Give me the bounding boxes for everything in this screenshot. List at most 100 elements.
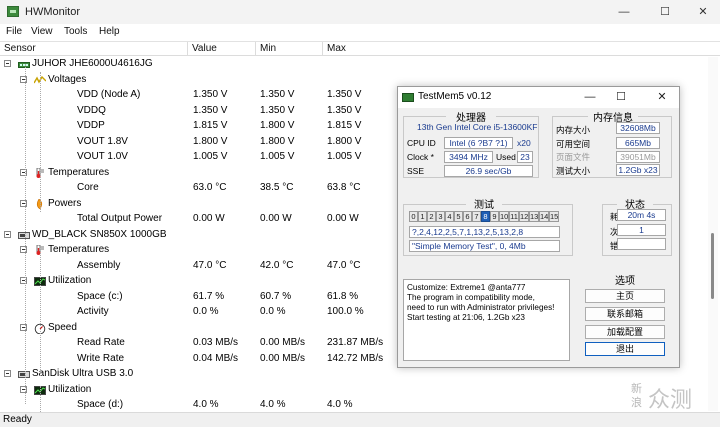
sensor-min: 0.00 W [260, 213, 292, 224]
exit-button[interactable]: 退出 [585, 342, 665, 356]
test-size-value: 1.2Gb x23 [616, 164, 660, 176]
sensor-value: 1.350 V [193, 104, 228, 116]
collapse-toggle[interactable] [4, 370, 11, 377]
scrollbar-thumb[interactable] [711, 233, 714, 299]
sensor-max: 4.0 % [327, 399, 353, 410]
sensor-value: 1.005 V [193, 151, 228, 162]
page-file-value: 39051Mb [616, 151, 660, 163]
column-min[interactable]: Min [256, 42, 323, 56]
sensor-group-row[interactable]: Utilization [0, 382, 400, 398]
current-test: "Simple Memory Test", 0, 4Mb [409, 240, 560, 252]
sensor-label: Core [77, 182, 99, 193]
sse-label: SSE [407, 166, 425, 176]
sensor-value: 0.04 MB/s [193, 352, 239, 364]
sensor-row[interactable]: Activity 0.0 % 0.0 % 100.0 % [0, 304, 400, 320]
column-value[interactable]: Value [188, 42, 256, 56]
memory-avail-label: 可用空间 [556, 139, 591, 149]
sensor-value: 63.0 °C [193, 182, 227, 193]
sensor-group-label: Temperatures [48, 244, 110, 255]
test-cell: 14 [539, 211, 549, 222]
sensor-group-label: WD_BLACK SN850X 1000GB [32, 228, 167, 240]
log-line: need to run with Administrator privilege… [407, 303, 555, 312]
sensor-row[interactable]: VDDP 1.815 V 1.800 V 1.815 V [0, 118, 400, 134]
testmem5-minimize-button[interactable]: — [579, 89, 601, 105]
testmem5-window: TestMem5 v0.12 — ☐ ✕ 处理器 13th Gen Intel … [397, 86, 680, 368]
collapse-toggle[interactable] [4, 60, 11, 67]
sensor-row[interactable]: Read Rate 0.03 MB/s 0.00 MB/s 231.87 MB/s [0, 335, 400, 351]
menu-tools[interactable]: Tools [64, 26, 87, 37]
log-output[interactable]: Customize: Extreme1 @anta777 The program… [403, 279, 570, 361]
menu-help[interactable]: Help [99, 26, 120, 37]
menu-view[interactable]: View [31, 26, 53, 37]
sensor-row[interactable]: VOUT 1.0V 1.005 V 1.005 V 1.005 V [0, 149, 400, 165]
contact-email-button[interactable]: 联系邮箱 [585, 307, 665, 321]
testmem5-close-button[interactable]: ✕ [651, 89, 673, 105]
sensor-min: 0.00 MB/s [260, 352, 306, 364]
tree-guide-line [40, 246, 41, 376]
sensor-max: 100.0 % [327, 306, 364, 317]
sensor-group-row[interactable]: SanDisk Ultra USB 3.0 [0, 366, 400, 382]
sensor-max: 47.0 °C [327, 259, 361, 271]
sensor-max: 1.350 V [327, 104, 362, 116]
test-cell: 9 [490, 211, 499, 222]
sensor-row[interactable]: Space (d:) 4.0 % 4.0 % 4.0 % [0, 397, 400, 412]
sensor-min: 1.005 V [260, 151, 295, 162]
cycles-value: 1 [617, 224, 666, 236]
close-button[interactable]: ✕ [690, 3, 716, 21]
status-bar: Ready [0, 412, 720, 427]
drive-icon [18, 369, 30, 378]
sensor-group-row[interactable]: WD_BLACK SN850X 1000GB [0, 227, 400, 243]
sensor-group-row[interactable]: Temperatures [0, 165, 400, 181]
collapse-toggle[interactable] [4, 230, 11, 238]
elapsed-value: 20m 4s [617, 209, 666, 221]
test-cell: 5 [454, 211, 463, 222]
home-button[interactable]: 主页 [585, 289, 665, 303]
load-config-button[interactable]: 加载配置 [585, 325, 665, 339]
vertical-scrollbar[interactable] [708, 57, 718, 411]
sensor-max: 1.815 V [327, 120, 362, 131]
sensor-row[interactable]: Total Output Power 0.00 W 0.00 W 0.00 W [0, 211, 400, 227]
test-size-label: 测试大小 [556, 166, 591, 176]
sensor-group-label: Utilization [48, 275, 92, 286]
menu-file[interactable]: File [6, 26, 22, 37]
sensor-group-row[interactable]: JUHOR JHE6000U4616JG [0, 56, 400, 72]
sensor-group-row[interactable]: Speed [0, 320, 400, 336]
menu-bar: File View Tools Help [0, 24, 720, 41]
sensor-max: 63.8 °C [327, 182, 361, 193]
sensor-row[interactable]: VOUT 1.8V 1.800 V 1.800 V 1.800 V [0, 134, 400, 150]
maximize-button[interactable]: ☐ [652, 3, 678, 21]
sensor-max: 231.87 MB/s [327, 337, 384, 348]
sensor-group-row[interactable]: Powers [0, 196, 400, 212]
clock-value: 3494 MHz [444, 151, 493, 163]
sensor-row[interactable]: VDDQ 1.350 V 1.350 V 1.350 V [0, 103, 400, 119]
column-sensor[interactable]: Sensor [0, 42, 188, 56]
sensor-value: 47.0 °C [193, 259, 227, 271]
test-cell: 7 [472, 211, 481, 222]
sensor-label: VDDP [77, 120, 105, 131]
testmem5-maximize-button[interactable]: ☐ [610, 89, 632, 105]
minimize-button[interactable]: — [611, 3, 637, 21]
sensor-row[interactable]: Core 63.0 °C 38.5 °C 63.8 °C [0, 180, 400, 196]
clock-label: Clock * [407, 152, 434, 162]
title-bar: HWMonitor — ☐ ✕ [0, 0, 720, 24]
sensor-max: 61.8 % [327, 290, 359, 302]
sensor-group-row[interactable]: Voltages [0, 72, 400, 88]
sensor-group-row[interactable]: Temperatures [0, 242, 400, 258]
tree-guide-line [40, 72, 41, 212]
sensor-label: VDDQ [77, 104, 106, 116]
sensor-min: 42.0 °C [260, 259, 294, 271]
sensor-group-row[interactable]: Utilization [0, 273, 400, 289]
column-max[interactable]: Max [323, 42, 720, 56]
sensor-group-label: Utilization [48, 383, 92, 395]
sensor-value: 1.815 V [193, 120, 228, 131]
used-value: 23 [517, 151, 533, 163]
sensor-row[interactable]: Assembly 47.0 °C 42.0 °C 47.0 °C [0, 258, 400, 274]
test-cell: 12 [519, 211, 529, 222]
sensor-label: VOUT 1.0V [77, 151, 128, 162]
sensor-row[interactable]: Write Rate 0.04 MB/s 0.00 MB/s 142.72 MB/s [0, 351, 400, 367]
sensor-row[interactable]: VDD (Node A) 1.350 V 1.350 V 1.350 V [0, 87, 400, 103]
cpu-name: 13th Gen Intel Core i5-13600KF [417, 122, 538, 132]
watermark-char-2: 浪 [631, 397, 642, 409]
sensor-max: 142.72 MB/s [327, 352, 384, 364]
sensor-row[interactable]: Space (c:) 61.7 % 60.7 % 61.8 % [0, 289, 400, 305]
